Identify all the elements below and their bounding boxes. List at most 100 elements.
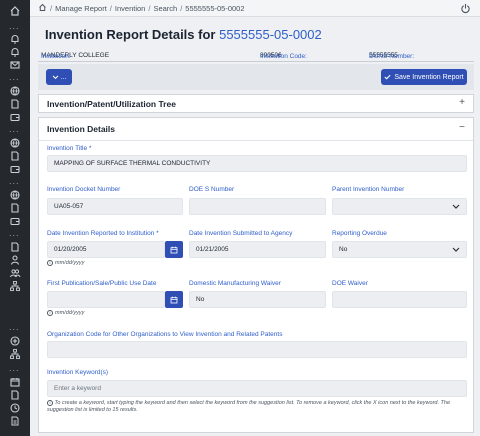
info-icon: i (47, 260, 53, 266)
breadcrumb-separator: / (148, 4, 151, 13)
org-code-label: Organization Code for Other Organization… (47, 331, 283, 338)
report-icon[interactable] (7, 402, 23, 414)
first-publication-calendar-button[interactable] (165, 291, 183, 308)
power-icon[interactable] (460, 3, 471, 14)
docket-number-field[interactable]: UA05-057 (47, 198, 183, 215)
reporting-overdue-value: No (339, 246, 348, 253)
doe-s-number-label: DOE S Number (189, 186, 235, 193)
chevron-down-icon (52, 74, 58, 79)
save-button-label: Save Invention Report (394, 73, 464, 81)
wallet-icon[interactable] (7, 163, 23, 175)
tree-panel-title: Invention/Patent/Utilization Tree (47, 99, 176, 109)
keyword-help-content: To create a keyword, start typing the ke… (47, 400, 451, 413)
org-code-field[interactable] (47, 341, 467, 358)
breadcrumb: / Manage Report / Invention / Search / 5… (38, 3, 245, 14)
document-icon[interactable] (7, 241, 23, 253)
institution-label: Institution: (41, 53, 71, 60)
breadcrumb-current: 5555555-05-0002 (185, 4, 245, 13)
invention-tree-panel[interactable]: Invention/Patent/Utilization Tree + (38, 94, 474, 113)
duns-label: DUNS Number: (369, 53, 415, 60)
sidebar-separator: ... (9, 363, 20, 373)
keywords-input[interactable]: Enter a keyword (47, 380, 467, 397)
date-reported-calendar-button[interactable] (165, 241, 183, 258)
institution-code-label: Institution Code: (260, 53, 307, 60)
chevron-down-icon (452, 204, 460, 209)
sidebar-separator: ... (9, 21, 20, 31)
sidebar-separator: ... (9, 322, 20, 332)
parent-invention-label: Parent Invention Number (332, 186, 405, 193)
parent-invention-select[interactable] (332, 198, 467, 215)
duns-info: DUNS Number: 55555555 (369, 52, 414, 60)
top-bar: / Manage Report / Invention / Search / 5… (30, 0, 480, 17)
date-format-hint-text: mm/dd/yyyy (55, 310, 85, 316)
globe-icon[interactable] (7, 189, 23, 201)
actions-dropdown-button[interactable]: ... (46, 69, 72, 85)
date-reported-field[interactable]: 01/20/2005 (47, 241, 165, 258)
globe-icon[interactable] (7, 85, 23, 97)
page-title: Invention Report Details for 5555555-05-… (45, 27, 322, 42)
breadcrumb-separator: / (50, 4, 53, 13)
invention-details-panel: Invention Details − Invention Title * MA… (38, 117, 474, 433)
org-tree-icon[interactable] (7, 280, 23, 292)
globe-icon[interactable] (7, 137, 23, 149)
home-icon[interactable] (7, 5, 23, 17)
doe-waiver-label: DOE Waiver (332, 280, 368, 287)
institution-code-info: Institution Code: 890506 (260, 52, 307, 60)
panel-divider (39, 140, 473, 141)
details-panel-title: Invention Details (47, 124, 116, 134)
page-title-text: Invention Report Details for (45, 27, 216, 42)
sidebar-separator: ... (9, 176, 20, 186)
chevron-down-icon (452, 247, 460, 252)
sidebar-separator: ... (9, 228, 20, 238)
report-icon[interactable] (7, 415, 23, 427)
invention-number: 5555555-05-0002 (219, 27, 322, 42)
institution-info-bar: Institution: MANDERLY COLLEGE Institutio… (38, 51, 474, 62)
sidebar-separator: ... (9, 124, 20, 134)
actions-dropdown-label: ... (60, 73, 67, 81)
breadcrumb-separator: / (180, 4, 183, 13)
invention-title-label: Invention Title * (47, 145, 92, 152)
sidebar: ... ... ... ... ... ... ... (0, 0, 30, 436)
keyword-help-text: i To create a keyword, start typing the … (47, 400, 467, 414)
calendar-icon[interactable] (7, 376, 23, 388)
document-icon[interactable] (7, 202, 23, 214)
bell-icon[interactable] (7, 33, 23, 45)
date-format-hint: i mm/dd/yyyy (47, 310, 84, 316)
info-icon: i (47, 310, 53, 316)
action-bar: ... Save Invention Report (38, 64, 474, 90)
doe-s-number-field[interactable] (189, 198, 326, 215)
domestic-waiver-field[interactable]: No (189, 291, 326, 308)
date-format-hint-text: mm/dd/yyyy (55, 260, 85, 266)
document-icon[interactable] (7, 98, 23, 110)
reporting-overdue-label: Reporting Overdue (332, 230, 387, 237)
mail-icon[interactable] (7, 59, 23, 71)
document-icon[interactable] (7, 389, 23, 401)
wallet-icon[interactable] (7, 111, 23, 123)
docket-number-label: Invention Docket Number (47, 186, 121, 193)
wallet-icon[interactable] (7, 215, 23, 227)
breadcrumb-item[interactable]: Invention (115, 4, 145, 13)
breadcrumb-separator: / (109, 4, 112, 13)
doe-waiver-field[interactable] (332, 291, 467, 308)
date-submitted-field[interactable]: 01/21/2005 (189, 241, 326, 258)
calendar-icon (170, 246, 178, 253)
collapse-icon[interactable]: − (459, 122, 465, 133)
first-publication-field[interactable] (47, 291, 165, 308)
document-icon[interactable] (7, 150, 23, 162)
sidebar-separator: ... (9, 72, 20, 82)
info-icon: i (47, 400, 53, 407)
expand-icon[interactable]: + (459, 97, 465, 108)
save-invention-report-button[interactable]: Save Invention Report (381, 69, 467, 85)
breadcrumb-item[interactable]: Search (153, 4, 177, 13)
date-format-hint: i mm/dd/yyyy (47, 260, 84, 266)
breadcrumb-item[interactable]: Manage Report (55, 4, 107, 13)
invention-title-field[interactable]: MAPPING OF SURFACE THERMAL CONDUCTIVITY (47, 155, 467, 172)
reporting-overdue-select[interactable]: No (332, 241, 467, 258)
keywords-label: Invention Keyword(s) (47, 369, 109, 376)
add-circle-icon[interactable] (7, 335, 23, 347)
people-icon[interactable] (7, 267, 23, 279)
bell-icon[interactable] (7, 46, 23, 58)
org-tree-icon[interactable] (7, 348, 23, 360)
home-icon[interactable] (38, 3, 47, 14)
person-icon[interactable] (7, 254, 23, 266)
